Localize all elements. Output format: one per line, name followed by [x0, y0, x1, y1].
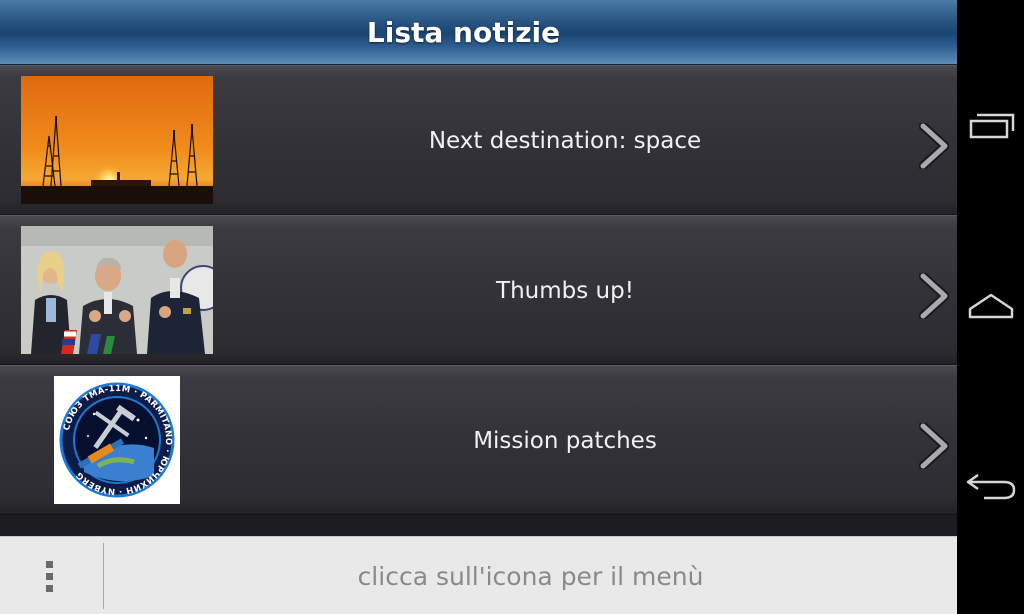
- crew-thumbs-up-photo: [21, 226, 213, 354]
- overflow-menu-icon: [46, 560, 53, 592]
- news-item-title: Thumbs up!: [496, 278, 634, 304]
- title-bar: Lista notizie: [0, 0, 957, 65]
- chevron-right-icon: [919, 123, 949, 169]
- chevron-right-icon: [919, 273, 949, 319]
- home-icon: [968, 293, 1013, 319]
- page-title: Lista notizie: [366, 15, 561, 49]
- rocket-launch-sunset-image: [21, 76, 213, 204]
- home-button[interactable]: [957, 266, 1024, 346]
- recent-apps-icon: [969, 113, 1014, 139]
- overflow-menu-button[interactable]: [0, 537, 103, 614]
- mission-patch-image: СОЮЗ ТМА-11М · PARMITANO · ЮРЧИХИН · NYB…: [54, 376, 180, 504]
- news-item-next-destination[interactable]: Next destination: space: [0, 65, 957, 215]
- news-item-title: Mission patches: [473, 428, 657, 454]
- news-list: Next destination: space Thumbs up! СОЮЗ …: [0, 65, 957, 515]
- news-item-mission-patches[interactable]: СОЮЗ ТМА-11М · PARMITANO · ЮРЧИХИН · NYB…: [0, 365, 957, 515]
- news-item-title: Next destination: space: [428, 128, 702, 154]
- news-list-screen: Lista notizie Next destination: space Th…: [0, 0, 957, 614]
- chevron-right-icon: [919, 423, 949, 469]
- back-icon: [966, 473, 1015, 500]
- recent-apps-button[interactable]: [957, 86, 1024, 166]
- system-navigation-bar: [957, 0, 1024, 614]
- bottom-bar: clicca sull'icona per il menù: [0, 536, 957, 614]
- news-item-thumbs-up[interactable]: Thumbs up!: [0, 215, 957, 365]
- menu-hint-text: clicca sull'icona per il menù: [357, 561, 704, 591]
- back-button[interactable]: [957, 445, 1024, 525]
